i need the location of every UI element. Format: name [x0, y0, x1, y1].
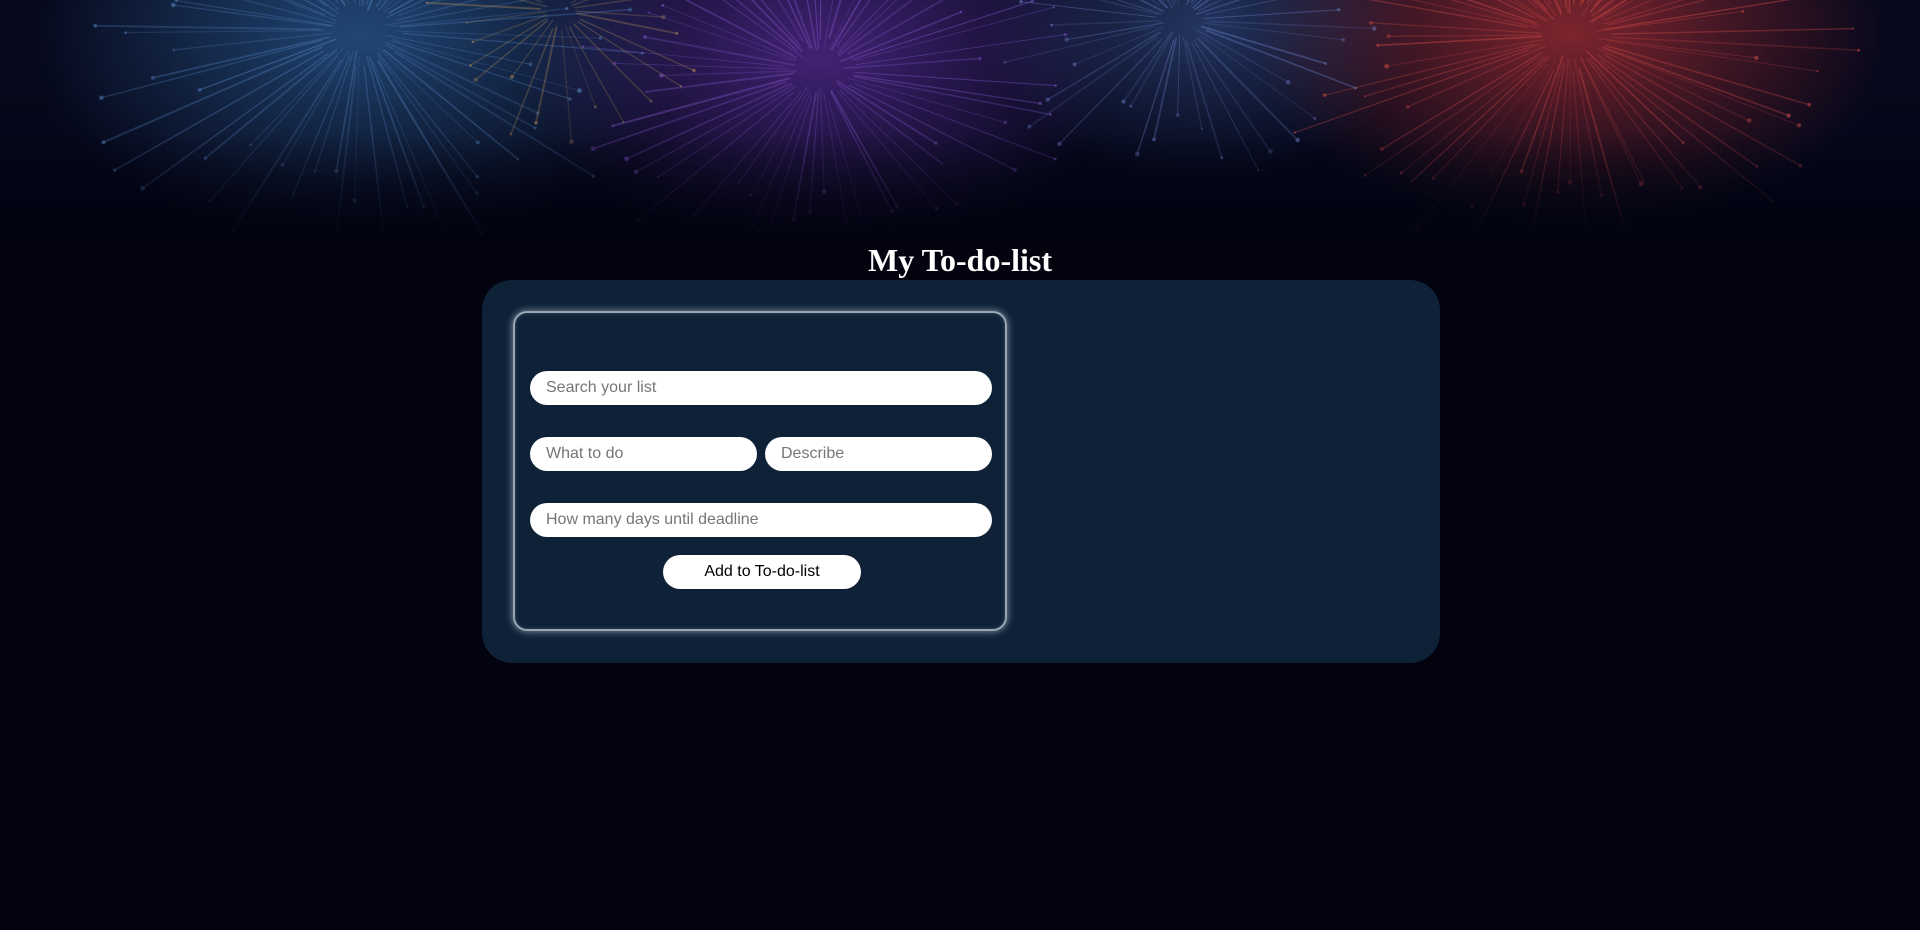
todo-form-card: Add to To-do-list — [513, 311, 1007, 631]
page-title: My To-do-list — [867, 242, 1053, 278]
main-panel: Add to To-do-list — [482, 280, 1440, 663]
search-input[interactable] — [530, 371, 992, 405]
page: My To-do-list Add to To-do-list — [0, 0, 1920, 930]
fireworks-banner — [0, 0, 1920, 240]
what-to-do-input[interactable] — [530, 437, 757, 471]
describe-input[interactable] — [765, 437, 992, 471]
deadline-days-input[interactable] — [530, 503, 992, 537]
add-to-list-button[interactable]: Add to To-do-list — [663, 555, 861, 589]
banner-fade — [0, 0, 1920, 240]
